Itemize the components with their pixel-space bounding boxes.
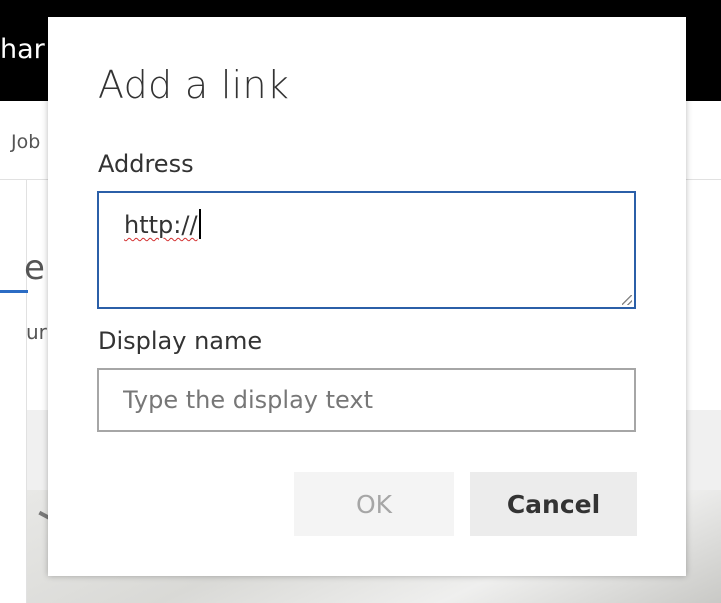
display-name-field[interactable]	[97, 368, 636, 432]
site-title[interactable]: har	[0, 30, 45, 70]
page-heading-fragment: e	[24, 248, 45, 288]
active-tab-underline	[0, 290, 28, 293]
address-value: http://	[124, 211, 198, 239]
page-subtext-fragment: ur	[26, 320, 47, 344]
dialog-title: Add a link	[98, 63, 290, 107]
dialog-body: Add a link Address http:// Display name …	[48, 17, 686, 576]
address-field[interactable]: http://	[97, 191, 636, 309]
address-text[interactable]: http://	[124, 209, 201, 239]
address-label: Address	[98, 150, 194, 178]
add-link-dialog: Add a link Address http:// Display name …	[48, 17, 686, 576]
cancel-button[interactable]: Cancel	[470, 472, 637, 536]
resize-grip-icon[interactable]	[622, 295, 632, 305]
display-name-label: Display name	[98, 327, 263, 355]
nav-item-jobs[interactable]: Job	[11, 131, 40, 153]
ok-button[interactable]: OK	[294, 472, 454, 536]
text-cursor	[198, 209, 201, 239]
